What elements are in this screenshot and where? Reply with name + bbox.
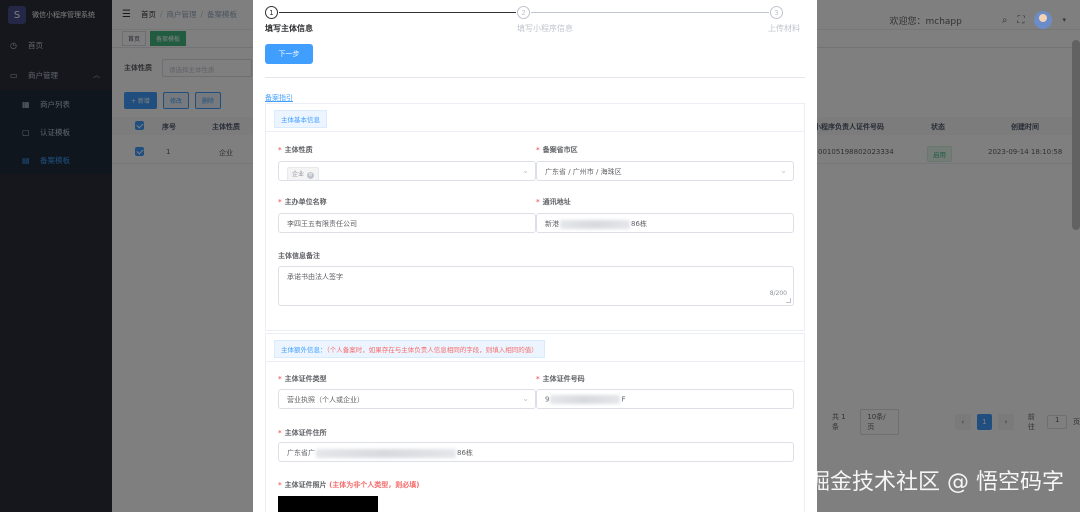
char-counter: 8/200 (769, 290, 787, 297)
label-text: 主体证件住所 (284, 429, 327, 437)
section-title: 主体额外信息：（个人备案时，如果存在与主体负责人信息相同的字段，则填入相同的值） (274, 340, 545, 358)
navbar-right: 欢迎您：mchapp ⌕ ⛶ ▾ (890, 0, 1080, 40)
region-cascader[interactable]: 广东省 / 广州市 / 海珠区 ⌄ (536, 161, 794, 181)
label-text: 主办单位名称 (284, 198, 327, 206)
photo-label: * 主体证件照片 (主体为非个人类型，则必填) (278, 481, 420, 489)
avatar[interactable] (1034, 11, 1053, 29)
cert-no-label: * 主体证件号码 (536, 375, 585, 383)
step-label: 上传材料 (768, 24, 800, 33)
nature-chip: 企业 × (287, 167, 320, 180)
remark-value: 承诺书由法人签字 (287, 273, 343, 281)
step-label: 填写主体信息 (265, 24, 313, 33)
label-text: 主体证件照片 (284, 481, 327, 489)
region-label: * 备案省市区 (536, 146, 578, 154)
address-prefix: 新港 (545, 220, 559, 228)
fullscreen-icon[interactable]: ⛶ (1017, 15, 1024, 26)
cert-type-value: 营业执照（个人或企业） (287, 396, 364, 404)
cert-addr-input[interactable]: 广东省广 86栋 (278, 442, 794, 462)
chevron-down-icon: ⌄ (522, 166, 529, 175)
address-input[interactable]: 新港 86栋 (536, 213, 794, 233)
org-name-input[interactable]: 李四王五有限责任公司 (278, 213, 536, 233)
org-name-label: * 主办单位名称 (278, 198, 327, 206)
redacted-text (316, 448, 456, 458)
label-text: 通讯地址 (542, 198, 571, 206)
step-label: 填写小程序信息 (517, 24, 573, 33)
label-text: 主体证件类型 (284, 375, 327, 383)
step-number: 3 (770, 6, 783, 19)
cert-addr-label: * 主体证件住所 (278, 429, 327, 437)
label-text: 主体证件号码 (542, 375, 585, 383)
redacted-text (560, 219, 630, 229)
step-2: 2 填写小程序信息 (517, 6, 573, 33)
guide-link[interactable]: 备案指引 (265, 93, 293, 103)
cert-addr-prefix: 广东省广 (287, 449, 315, 457)
caret-down-icon[interactable]: ▾ (1062, 16, 1066, 24)
record-dialog: 1 填写主体信息 2 填写小程序信息 3 上传材料 下一步 备案指引 主体基本信… (253, 0, 817, 512)
nature-select[interactable]: 企业 × ⌄ (278, 161, 536, 181)
cert-addr-suffix: 86栋 (457, 449, 473, 457)
steps: 1 填写主体信息 2 填写小程序信息 3 上传材料 (265, 6, 805, 36)
section-title-text: 主体额外信息： (281, 346, 327, 354)
label-text: 备案省市区 (542, 146, 578, 154)
region-value: 广东省 / 广州市 / 海珠区 (545, 168, 622, 176)
chip-text: 企业 (292, 171, 305, 178)
step-1: 1 填写主体信息 (265, 6, 313, 33)
resize-handle[interactable] (786, 298, 791, 303)
watermark: 掘金技术社区 @ 悟空码字 (808, 470, 1064, 495)
search-icon[interactable]: ⌕ (1002, 15, 1008, 26)
welcome-text: 欢迎您：mchapp (889, 16, 962, 27)
cert-type-select[interactable]: 营业执照（个人或企业） ⌄ (278, 389, 536, 409)
cert-no-suffix: F (621, 395, 626, 404)
address-suffix: 86栋 (631, 220, 647, 228)
next-step-button[interactable]: 下一步 (265, 44, 313, 64)
redacted-text (550, 395, 621, 404)
cert-photo-image[interactable] (278, 496, 378, 512)
photo-note: (主体为非个人类型，则必填) (329, 481, 420, 489)
section-title: 主体基本信息 (274, 110, 327, 128)
step-connector (279, 12, 516, 13)
nature-label: * 主体性质 (278, 146, 313, 154)
chevron-down-icon: ⌄ (522, 394, 529, 403)
step-connector (531, 12, 769, 13)
section-note: （个人备案时，如果存在与主体负责人信息相同的字段，则填入相同的值） (326, 346, 538, 354)
section-divider (266, 361, 804, 362)
remark-label: 主体信息备注 (278, 252, 320, 260)
label-text: 主体性质 (284, 146, 313, 154)
cert-type-label: * 主体证件类型 (278, 375, 327, 383)
divider (265, 77, 805, 78)
section-divider (266, 131, 804, 132)
remark-textarea[interactable]: 承诺书由法人签字 8/200 (278, 266, 794, 306)
cert-no-input[interactable]: 9F (536, 389, 794, 409)
chevron-down-icon: ⌄ (780, 166, 787, 175)
step-3: 3 上传材料 (768, 6, 800, 33)
step-number: 1 (265, 6, 278, 19)
step-number: 2 (517, 6, 530, 19)
close-icon[interactable]: × (307, 172, 315, 179)
cert-no-prefix: 9 (545, 395, 550, 404)
basic-info-section: 主体基本信息 * 主体性质 企业 × ⌄ * 备案省市区 广东省 / 广州市 / 海珠… (265, 103, 805, 331)
address-label: * 通讯地址 (536, 198, 571, 206)
extra-info-section: 主体额外信息：（个人备案时，如果存在与主体负责人信息相同的字段，则填入相同的值）… (265, 333, 805, 512)
